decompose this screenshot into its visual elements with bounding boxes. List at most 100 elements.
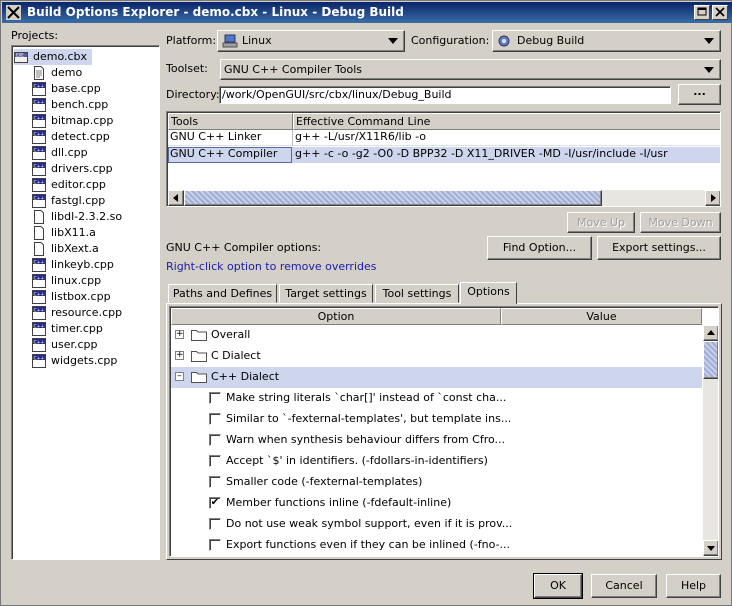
- svg-text:C++: C++: [34, 355, 45, 361]
- document-icon: [34, 66, 44, 80]
- close-button[interactable]: [712, 5, 728, 20]
- svg-text:C++: C++: [34, 307, 45, 313]
- tree-item-label: detect.cpp: [51, 130, 110, 143]
- tree-item-label: fastgl.cpp: [51, 194, 106, 207]
- svg-text:C++: C++: [34, 259, 45, 265]
- tab-options[interactable]: Options: [460, 282, 517, 304]
- vertical-scrollbar[interactable]: [703, 325, 718, 556]
- svg-text:C++: C++: [34, 99, 45, 105]
- maximize-button[interactable]: [694, 5, 710, 20]
- scroll-up-button[interactable]: [703, 325, 718, 341]
- option-row[interactable]: Accept `$' in identifiers. (-fdollars-in…: [171, 451, 702, 472]
- option-row[interactable]: Do not use weak symbol support, even if …: [171, 514, 702, 535]
- tools-column-header[interactable]: Tools: [168, 113, 293, 130]
- option-checkbox[interactable]: [209, 413, 221, 425]
- option-row[interactable]: ✔ Member functions inline (-fdefault-inli…: [171, 493, 702, 514]
- option-column-header[interactable]: Option: [171, 308, 501, 325]
- cpp-file-icon: C++: [32, 130, 46, 144]
- arrow-right-icon: [711, 194, 716, 202]
- scroll-right-button[interactable]: [705, 190, 720, 206]
- svg-text:C++: C++: [34, 131, 45, 137]
- collapse-icon[interactable]: –: [175, 372, 184, 381]
- option-row[interactable]: Smaller code (-fexternal-templates): [171, 472, 702, 493]
- toolset-value: GNU C++ Compiler Tools: [224, 63, 363, 76]
- find-option-button[interactable]: Find Option...: [487, 236, 592, 260]
- title-bar[interactable]: Build Options Explorer - demo.cbx - Linu…: [2, 2, 732, 23]
- value-column-header[interactable]: Value: [501, 308, 702, 325]
- option-row[interactable]: Export functions even if they can be inl…: [171, 535, 702, 556]
- table-row[interactable]: GNU C++ Linker g++ -L/usr/X11R6/lib -o: [168, 130, 720, 146]
- configuration-label: Configuration:: [411, 34, 490, 47]
- command-column-header[interactable]: Effective Command Line: [293, 113, 720, 130]
- option-checkbox[interactable]: [209, 476, 221, 488]
- option-label: Export functions even if they can be inl…: [226, 538, 511, 551]
- option-group-label: C++ Dialect: [211, 370, 280, 383]
- option-group-label: C Dialect: [211, 349, 261, 362]
- option-checkbox[interactable]: ✔: [209, 497, 221, 509]
- options-grid[interactable]: Option Value + Overall + C Dialect – C++ Dial…: [169, 306, 719, 557]
- cpp-file-icon: C++: [32, 258, 46, 272]
- option-group-label: Overall: [211, 328, 251, 341]
- expand-icon[interactable]: +: [175, 330, 184, 339]
- configuration-combo[interactable]: Debug Build: [492, 30, 721, 52]
- option-checkbox[interactable]: [209, 434, 221, 446]
- tree-item-label: bench.cpp: [51, 98, 109, 111]
- svg-text:C++: C++: [34, 323, 45, 329]
- tools-table[interactable]: Tools Effective Command Line GNU C++ Lin…: [166, 111, 721, 207]
- option-label: Accept `$' in identifiers. (-fdollars-in…: [226, 454, 488, 467]
- tree-root-item[interactable]: EXE demo.cbx: [14, 49, 92, 65]
- option-row[interactable]: Warn when synthesis behaviour differs fr…: [171, 430, 702, 451]
- folder-icon: [191, 351, 207, 362]
- tree-item-label: linux.cpp: [51, 274, 102, 287]
- directory-input[interactable]: /work/OpenGUI/src/cbx/linux/Debug_Build: [219, 86, 671, 104]
- platform-combo[interactable]: Linux: [217, 30, 405, 52]
- horizontal-scroll-thumb[interactable]: [184, 190, 602, 206]
- svg-text:C++: C++: [34, 195, 45, 201]
- export-settings-button[interactable]: Export settings...: [597, 236, 721, 260]
- tab-tool-settings[interactable]: Tool settings: [375, 284, 459, 303]
- expand-icon[interactable]: +: [175, 351, 184, 360]
- option-label: Member functions inline (-fdefault-inlin…: [226, 496, 452, 509]
- help-button[interactable]: Help: [666, 574, 721, 598]
- toolset-label: Toolset:: [166, 62, 208, 75]
- tree-item-label: widgets.cpp: [51, 354, 118, 367]
- scroll-down-button[interactable]: [703, 540, 718, 556]
- move-up-button[interactable]: Move Up: [567, 212, 635, 233]
- project-file-icon: EXE: [14, 52, 28, 63]
- tab-target-settings[interactable]: Target settings: [279, 284, 373, 303]
- option-group-row[interactable]: + C Dialect: [171, 346, 702, 367]
- option-group-row[interactable]: + Overall: [171, 325, 702, 346]
- option-row[interactable]: Similar to `-fexternal-templates', but t…: [171, 409, 702, 430]
- option-row[interactable]: Make string literals `char[]' instead of…: [171, 388, 702, 409]
- directory-value: /work/OpenGUI/src/cbx/linux/Debug_Build: [222, 88, 452, 101]
- cpp-file-icon: C++: [32, 82, 46, 96]
- option-checkbox[interactable]: [209, 455, 221, 467]
- option-group-row[interactable]: – C++ Dialect: [171, 367, 702, 388]
- option-checkbox[interactable]: [209, 539, 221, 551]
- svg-text:C++: C++: [34, 115, 45, 121]
- vertical-scroll-thumb[interactable]: [703, 341, 718, 379]
- browse-button[interactable]: ...: [678, 84, 721, 105]
- horizontal-scrollbar[interactable]: [168, 190, 720, 206]
- project-tree[interactable]: EXE demo.cbx demo C++ base.cpp C++ bench.cpp…: [11, 45, 160, 560]
- cancel-button[interactable]: Cancel: [591, 574, 657, 598]
- chevron-down-icon: [388, 38, 398, 44]
- option-label: Make string literals `char[]' instead of…: [226, 391, 507, 404]
- folder-icon: [191, 330, 207, 341]
- option-checkbox[interactable]: [209, 392, 221, 404]
- move-down-button[interactable]: Move Down: [640, 212, 721, 233]
- tree-item-label: drivers.cpp: [51, 162, 113, 175]
- option-label: Warn when synthesis behaviour differs fr…: [226, 433, 506, 446]
- cpp-file-icon: C++: [32, 162, 46, 176]
- svg-text:C++: C++: [34, 179, 45, 185]
- ok-button[interactable]: OK: [533, 573, 583, 599]
- tab-panel: Option Value + Overall + C Dialect – C++ Dial…: [166, 303, 722, 560]
- scroll-left-button[interactable]: [168, 190, 184, 206]
- toolset-combo[interactable]: GNU C++ Compiler Tools: [220, 59, 721, 80]
- svg-text:C++: C++: [34, 275, 45, 281]
- cpp-file-icon: C++: [32, 178, 46, 192]
- option-checkbox[interactable]: [209, 518, 221, 530]
- cpp-file-icon: C++: [32, 322, 46, 336]
- tab-paths-and-defines[interactable]: Paths and Defines: [168, 284, 277, 303]
- table-row-selected[interactable]: GNU C++ Compiler g++ -c -o -g2 -O0 -D BP…: [168, 147, 720, 163]
